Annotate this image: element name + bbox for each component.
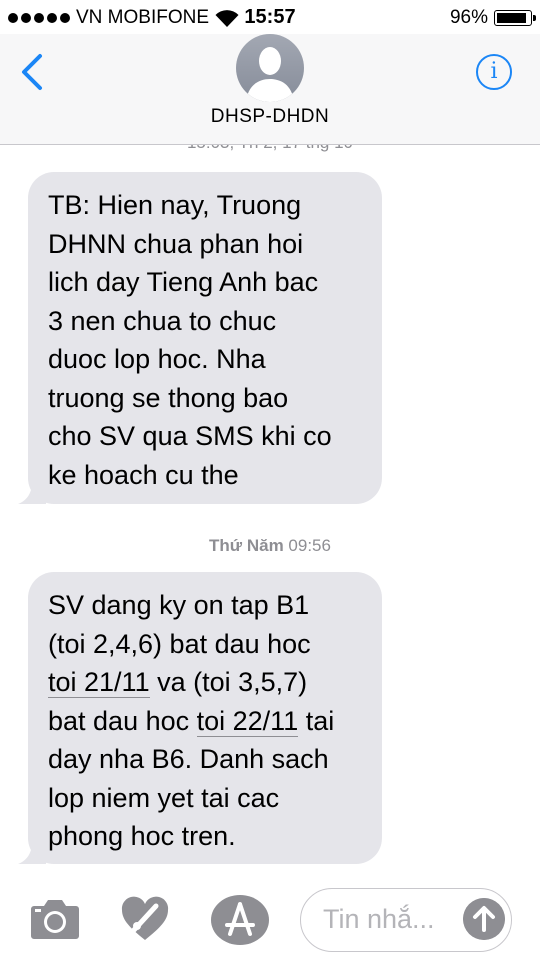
date-link[interactable]: toi 21/11 — [48, 667, 150, 698]
message-bubble[interactable]: SV dang ky on tap B1 (toi 2,4,6) bat dau… — [18, 572, 382, 864]
app-store-icon[interactable] — [210, 894, 270, 946]
info-icon[interactable]: i — [476, 54, 512, 90]
message-line: cho SV qua SMS khi co — [48, 421, 332, 451]
message-line: 3 nen chua to chuc — [48, 305, 277, 336]
timestamp: Thứ Năm 09:56 — [0, 536, 540, 556]
message-line: ke hoach cu the — [48, 459, 239, 490]
status-bar: VN MOBIFONE 15:57 96% — [0, 0, 540, 34]
camera-icon[interactable] — [30, 898, 80, 940]
message-line: duoc lop hoc. Nha — [48, 344, 266, 374]
date-link[interactable]: toi 22/11 — [196, 705, 299, 737]
message-line: TB: Hien nay, Truong — [48, 190, 302, 220]
message-line: SV dang ky on tap B1 — [48, 590, 310, 620]
conversation-header: DHSP-DHDN i — [0, 34, 540, 145]
message-line: truong se thong bao — [48, 382, 289, 413]
bubble-tail — [18, 482, 46, 504]
timestamp-day: Thứ Năm — [209, 536, 284, 555]
input-bar: Tin nhắ... — [0, 884, 540, 960]
message-line: phong hoc tren. — [48, 821, 236, 851]
send-arrow-icon[interactable] — [463, 898, 505, 940]
message-bubble[interactable]: TB: Hien nay, Truong DHNN chua phan hoi … — [18, 172, 382, 504]
avatar[interactable] — [236, 34, 304, 102]
message-line: toi 21/11 va (toi 3,5,7) — [48, 667, 308, 698]
message-line: bat dau hoc toi 22/11 tai — [48, 705, 335, 737]
message-input-placeholder: Tin nhắ... — [323, 904, 435, 934]
timestamp-time: 09:56 — [288, 536, 331, 555]
person-silhouette-icon — [246, 47, 294, 102]
message-line: lop niem yet tai cac — [48, 782, 280, 813]
message-line: day nha B6. Danh sach — [48, 744, 329, 774]
digital-touch-icon[interactable] — [120, 896, 170, 942]
battery-icon — [494, 10, 536, 26]
message-line: DHNN chua phan hoi — [48, 228, 304, 259]
message-line: (toi 2,4,6) bat dau hoc — [48, 628, 311, 659]
message-line: lich day Tieng Anh bac — [48, 267, 319, 297]
battery-percent: 96% — [449, 7, 488, 28]
status-right: 96% — [449, 7, 536, 29]
message-input[interactable]: Tin nhắ... — [300, 888, 512, 952]
chevron-left-icon[interactable] — [16, 52, 50, 92]
bubble-tail — [18, 842, 46, 864]
contact-name[interactable]: DHSP-DHDN — [0, 106, 540, 128]
